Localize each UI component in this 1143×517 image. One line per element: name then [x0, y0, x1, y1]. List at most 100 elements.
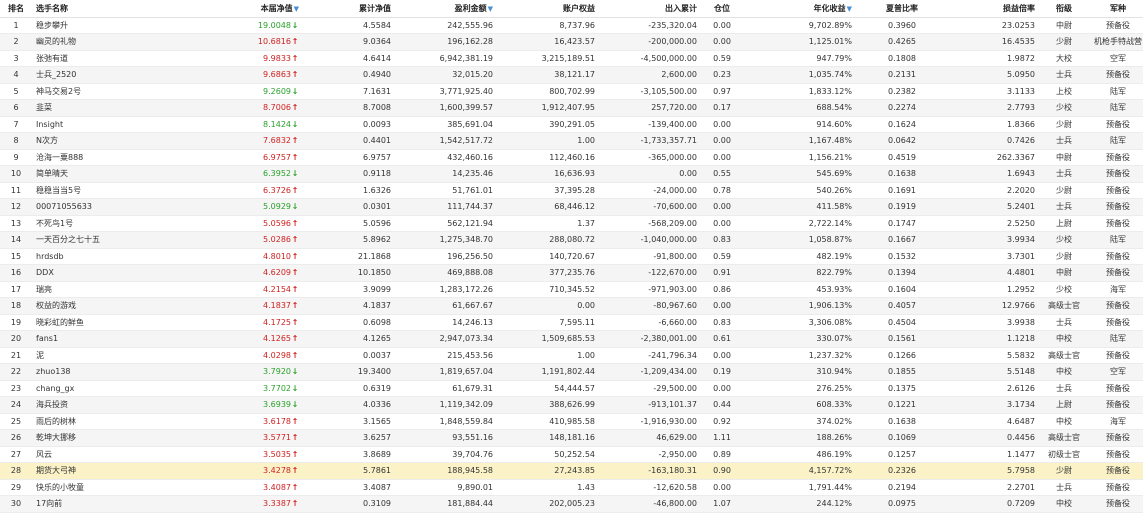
table-row[interactable]: 10简单晴天 6.3952 0.911814,235.4616,636.930.00… [0, 165, 1143, 183]
table-row[interactable]: 1200071055633 5.0929 0.0301111,744.3768,44… [0, 198, 1143, 216]
sort-desc-icon[interactable]: ▼ [294, 5, 299, 13]
player-name[interactable]: 不死鸟1号 [32, 215, 192, 232]
table-row[interactable]: 6韭菜8.70068.70081,600,399.571,912,407.952… [0, 99, 1143, 117]
player-name[interactable]: 泥 [32, 347, 192, 364]
table-row[interactable]: 25雨后的树林 3.6178 3.15651,848,559.84410,985.5… [0, 413, 1143, 430]
rank-cell: 25 [0, 413, 32, 430]
pl-ratio-cell: 1.1218 [952, 330, 1035, 348]
header-profit[interactable]: 盈利金额▼ [391, 0, 493, 18]
net-flow-cell: -1,040,000.00 [595, 231, 697, 249]
branch-cell: 预备役 [1093, 380, 1143, 397]
header-sharpe[interactable]: 夏普比率 [852, 0, 952, 18]
header-rank[interactable]: 排名 [0, 0, 32, 18]
player-name[interactable]: 海兵投资 [32, 396, 192, 414]
equity-cell: 1,509,685.53 [493, 330, 595, 348]
header-nav[interactable]: 本届净值▼ [192, 0, 299, 18]
player-name[interactable]: 张弛有道 [32, 50, 192, 67]
ranking-table: 排名 选手名称 本届净值▼ 累计净值 盈利金额▼ 账户权益 出入累计 仓位 年化… [0, 0, 1143, 513]
profit-cell: 32,015.20 [391, 66, 493, 84]
table-row[interactable]: 21泥 4.0298 0.0037215,453.561.00-241,796.34… [0, 347, 1143, 364]
player-name[interactable]: 期货大弓神 [32, 462, 192, 480]
sharpe-cell: 0.1257 [852, 446, 952, 463]
player-name[interactable]: chang_gx [32, 380, 192, 397]
table-row[interactable]: 2幽灵的礼物 10.6816 9.0364196,162.2816,423.57-2… [0, 33, 1143, 51]
table-row[interactable]: 7Insight 8.1424 0.0093385,691.04390,291.05… [0, 116, 1143, 133]
player-name[interactable]: 简单晴天 [32, 165, 192, 183]
table-row[interactable]: 5神马交易2号 9.2609 7.16313,771,925.40800,702.9… [0, 83, 1143, 100]
sort-desc-icon[interactable]: ▼ [847, 5, 852, 13]
header-equity[interactable]: 账户权益 [493, 0, 595, 18]
rank-title-cell: 高级士官 [1035, 347, 1093, 364]
arrow-up-icon [291, 103, 299, 112]
player-name[interactable]: 稳步攀升 [32, 17, 192, 34]
player-name[interactable]: 雨后的树林 [32, 413, 192, 430]
table-row[interactable]: 3张弛有道 9.9833 4.64146,942,381.193,215,189.5… [0, 50, 1143, 67]
table-row[interactable]: 16DDX 4.6209 10.1850469,888.08377,235.76-1… [0, 264, 1143, 282]
table-row[interactable]: 17瑞亮 4.2154 3.90991,283,172.26710,345.52-9… [0, 281, 1143, 298]
player-name[interactable]: 士兵_2520 [32, 66, 192, 84]
table-row[interactable]: 14一天百分之七十五 5.0286 5.89621,275,348.70288,08… [0, 231, 1143, 249]
player-name[interactable]: zhuo138 [32, 363, 192, 381]
header-cum-nav[interactable]: 累计净值 [299, 0, 391, 18]
header-position[interactable]: 仓位 [697, 0, 747, 18]
table-row[interactable]: 29快乐的小牧童3.40873.40879,890.011.43-12,620.… [0, 479, 1143, 496]
table-row[interactable]: 4士兵_2520 9.6863 0.494032,015.2038,121.172,… [0, 66, 1143, 84]
table-row[interactable]: 9沧海一粟8886.97576.9757432,460.16112,460.16… [0, 149, 1143, 166]
header-pl-ratio[interactable]: 损益倍率 [952, 0, 1035, 18]
arrow-up-icon [291, 351, 299, 360]
player-name[interactable]: 稳稳当当5号 [32, 182, 192, 199]
equity-cell: 202,005.23 [493, 495, 595, 513]
player-name[interactable]: Insight [32, 116, 192, 133]
header-net-flow[interactable]: 出入累计 [595, 0, 697, 18]
header-profit-label: 盈利金额 [454, 3, 487, 13]
rank-title-cell: 中校 [1035, 495, 1093, 513]
annual-cell: 188.26% [747, 429, 852, 447]
table-row[interactable]: 23chang_gx 3.7702 0.631961,679.3154,444.57… [0, 380, 1143, 397]
nav-cell: 4.1837 [192, 297, 299, 315]
player-name[interactable]: 瑞亮 [32, 281, 192, 298]
arrow-up-icon [291, 268, 299, 277]
table-row[interactable]: 3017向前 3.3387 0.3109181,884.44202,005.23-4… [0, 495, 1143, 513]
table-row[interactable]: 1稳步攀升 19.0048 4.5584242,555.968,737.96-235… [0, 17, 1143, 34]
player-name[interactable]: 一天百分之七十五 [32, 231, 192, 249]
header-annual[interactable]: 年化收益▼ [747, 0, 852, 18]
table-row[interactable]: 26乾坤大挪移 3.5771 3.625793,551.16148,181.1646… [0, 429, 1143, 447]
player-name[interactable]: 幽灵的礼物 [32, 33, 192, 51]
table-row[interactable]: 11稳稳当当5号 6.3726 1.632651,761.0137,395.28-2… [0, 182, 1143, 199]
sort-desc-icon[interactable]: ▼ [488, 5, 493, 13]
player-name[interactable]: 乾坤大挪移 [32, 429, 192, 447]
player-name[interactable]: 17向前 [32, 495, 192, 513]
table-row[interactable]: 24海兵投资 3.6939 4.03361,119,342.09388,626.99… [0, 396, 1143, 414]
table-row[interactable]: 13不死鸟1号5.05965.0596562,121.941.37-568,20… [0, 215, 1143, 232]
header-rank-title[interactable]: 衔级 [1035, 0, 1093, 18]
player-name[interactable]: 沧海一粟888 [32, 149, 192, 166]
sharpe-cell: 0.4519 [852, 149, 952, 166]
player-name[interactable]: N次方 [32, 132, 192, 150]
table-row[interactable]: 28期货大弓神 3.4278 5.7861188,945.5827,243.85-1… [0, 462, 1143, 480]
player-name[interactable]: 权益的游戏 [32, 297, 192, 315]
player-name[interactable]: DDX [32, 264, 192, 282]
table-row[interactable]: 27风云 3.5035 3.868939,704.7650,252.54-2,950… [0, 446, 1143, 463]
table-row[interactable]: 8N次方 7.6832 0.44011,542,517.721.00-1,733,3… [0, 132, 1143, 150]
table-row[interactable]: 15hrdsdb 4.8010 21.1868196,256.50140,720.6… [0, 248, 1143, 265]
rank-title-cell: 士兵 [1035, 132, 1093, 150]
annual-cell: 1,035.74% [747, 66, 852, 84]
table-row[interactable]: 18权益的游戏4.18374.183761,667.670.00-80,967.… [0, 297, 1143, 315]
nav-cell: 9.2609 [192, 83, 299, 100]
table-row[interactable]: 20fans14.12654.12652,947,073.341,509,685… [0, 330, 1143, 348]
table-row[interactable]: 22zhuo138 3.7920 19.34001,819,657.041,191,… [0, 363, 1143, 381]
player-name[interactable]: 快乐的小牧童 [32, 479, 192, 496]
player-name[interactable]: fans1 [32, 330, 192, 348]
table-row[interactable]: 19晓彩虹的鲜鱼 4.1725 0.609814,246.137,595.11-6,… [0, 314, 1143, 331]
player-name[interactable]: 晓彩虹的鲜鱼 [32, 314, 192, 331]
player-name[interactable]: 韭菜 [32, 99, 192, 117]
player-name[interactable]: hrdsdb [32, 248, 192, 265]
player-name[interactable]: 神马交易2号 [32, 83, 192, 100]
branch-cell: 空军 [1093, 50, 1143, 67]
player-name[interactable]: 00071055633 [32, 198, 192, 216]
arrow-down-icon [291, 87, 299, 96]
player-name[interactable]: 风云 [32, 446, 192, 463]
header-name[interactable]: 选手名称 [32, 0, 192, 18]
header-branch[interactable]: 军种 [1093, 0, 1143, 18]
branch-cell: 预备役 [1093, 446, 1143, 463]
